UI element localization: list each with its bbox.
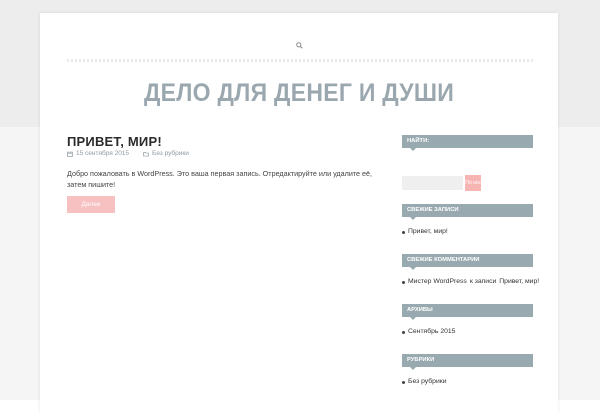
widget-title-recent-posts: СВЕЖИЕ ЗАПИСИ <box>402 204 533 220</box>
comment-post-link[interactable]: Привет, мир! <box>499 278 539 286</box>
header-search-button[interactable] <box>292 38 306 52</box>
comment-author-link[interactable]: Мистер WordPress <box>408 278 467 286</box>
post-category[interactable]: Без рубрики <box>152 150 189 158</box>
post-meta: 15 сентября 2015 Без рубрики <box>67 150 189 158</box>
recent-post-link[interactable]: Привет, мир! <box>408 228 448 236</box>
bullet <box>402 330 405 334</box>
widget-title-recent-comments: СВЕЖИЕ КОММЕНТАРИИ <box>402 254 533 270</box>
list-item: Без рубрики <box>402 378 447 386</box>
post-date[interactable]: 15 сентября 2015 <box>76 150 129 158</box>
read-more-button[interactable]: Далее <box>67 196 115 213</box>
post-title[interactable]: ПРИВЕТ, МИР! <box>67 135 162 149</box>
site-title[interactable]: ДЕЛО ДЛЯ ДЕНЕГ И ДУШИ <box>61 78 538 108</box>
bullet <box>402 280 405 284</box>
calendar-icon <box>67 151 73 157</box>
widget-title-search: НАЙТИ: <box>402 135 533 151</box>
list-item: Мистер WordPress к записи Привет, мир! <box>402 278 539 286</box>
comment-connector: к записи <box>469 278 497 285</box>
archive-link[interactable]: Сентябрь 2015 <box>408 328 455 336</box>
sidebar-search-button[interactable]: По иск <box>465 175 481 191</box>
category-link[interactable]: Без рубрики <box>408 378 447 386</box>
list-item: Привет, мир! <box>402 228 448 236</box>
header-divider <box>67 59 533 62</box>
bullet <box>402 380 405 384</box>
widget-title-archives: АРХИВЫ <box>402 304 533 320</box>
sidebar-search-input[interactable] <box>402 176 463 190</box>
folder-icon <box>143 152 149 157</box>
search-icon <box>295 41 303 49</box>
post-excerpt: Добро пожаловать в WordPress. Это ваша п… <box>67 169 373 189</box>
widget-title-categories: РУБРИКИ <box>402 354 533 370</box>
list-item: Сентябрь 2015 <box>402 328 455 336</box>
bullet <box>402 230 405 234</box>
